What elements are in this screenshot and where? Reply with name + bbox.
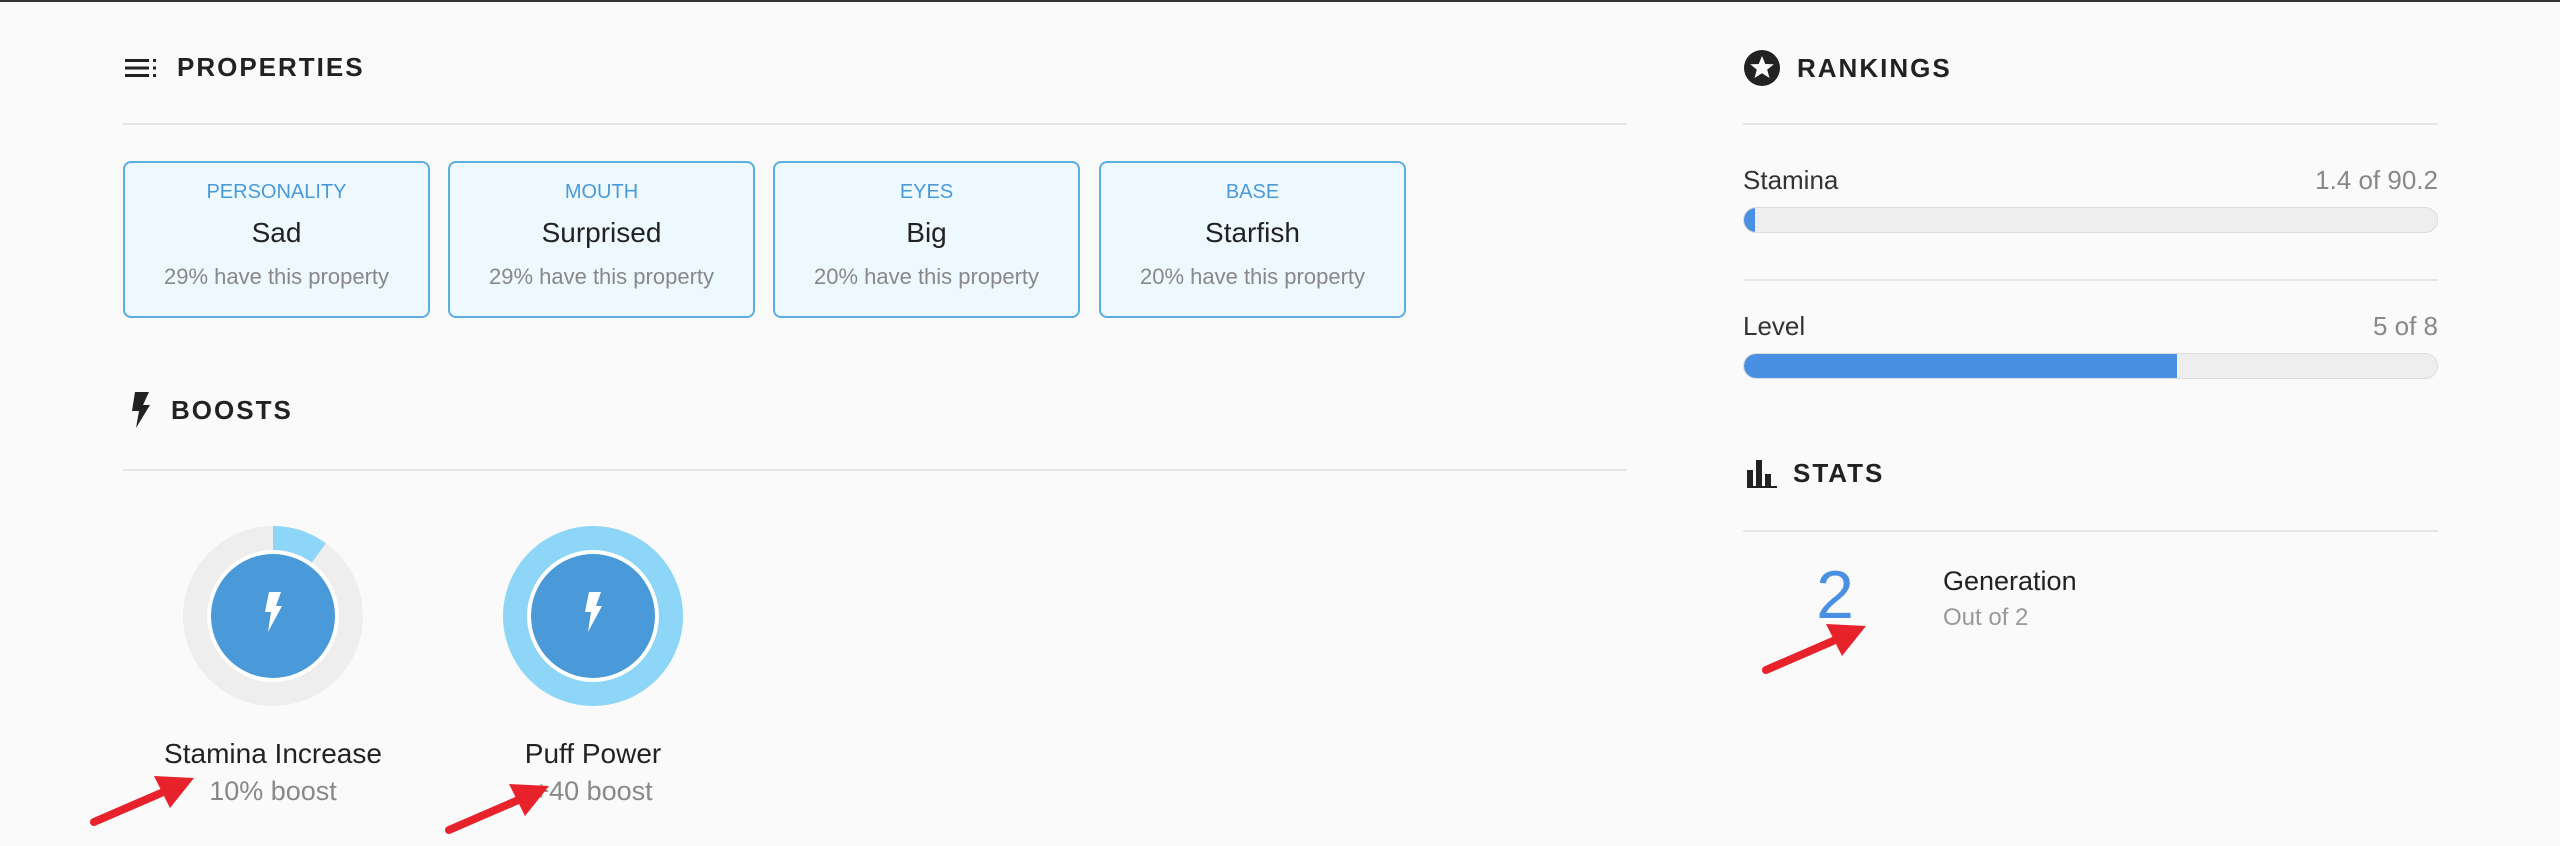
ranking-bar-fill: [1744, 208, 1755, 232]
property-rarity: 29% have this property: [163, 264, 390, 289]
bar-chart-icon: [1747, 459, 1777, 488]
property-label: EYES: [899, 181, 954, 203]
property-card-mouth[interactable]: MOUTH Surprised 29% have this property: [448, 161, 755, 318]
stats-title: STATS: [1793, 458, 1885, 488]
property-rarity: 29% have this property: [488, 264, 715, 289]
boosts-header: BOOSTS: [131, 392, 293, 428]
property-label: MOUTH: [564, 181, 639, 203]
top-border: [0, 0, 2560, 2]
ranking-bar-stamina: [1743, 207, 2438, 233]
ranking-bar-fill: [1744, 354, 2178, 378]
property-value: Starfish: [1205, 217, 1300, 248]
boost-puff-power[interactable]: Puff Power +40 boost: [473, 524, 713, 807]
boosts-title: BOOSTS: [171, 394, 293, 425]
ranking-value-stamina: 1.4 of 90.2: [2315, 165, 2438, 195]
rankings-divider: [1743, 123, 2438, 125]
property-rarity: 20% have this property: [1139, 264, 1366, 289]
list-icon: [125, 58, 161, 78]
generation-label: Generation: [1943, 566, 2077, 596]
rankings-row-divider: [1743, 279, 2438, 281]
ranking-label-level: Level: [1743, 311, 1806, 341]
property-value: Surprised: [541, 217, 662, 248]
annotation-arrow-icon: [445, 784, 549, 834]
rankings-header: RANKINGS: [1743, 49, 1952, 87]
properties-header: PROPERTIES: [125, 52, 365, 83]
property-rarity: 20% have this property: [813, 264, 1040, 289]
boost-ring: [183, 526, 363, 706]
boost-name: Stamina Increase: [164, 738, 382, 769]
property-card-base[interactable]: BASE Starfish 20% have this property: [1099, 161, 1406, 318]
generation-sub: Out of 2: [1943, 604, 2029, 631]
annotation-arrow-icon: [1762, 624, 1866, 674]
rankings-title: RANKINGS: [1797, 52, 1952, 83]
star-badge-icon: [1743, 49, 1781, 87]
property-value: Big: [906, 217, 947, 248]
stats-divider: [1743, 530, 2438, 532]
stats-header: STATS: [1747, 458, 1884, 489]
ranking-value-level: 5 of 8: [2372, 311, 2438, 341]
properties-divider: [123, 123, 1627, 125]
property-card-personality[interactable]: PERSONALITY Sad 29% have this property: [123, 161, 430, 318]
property-value: Sad: [251, 217, 302, 248]
boosts-divider: [123, 469, 1627, 471]
properties-title: PROPERTIES: [177, 52, 365, 82]
annotation-arrow-icon: [90, 776, 194, 826]
ranking-bar-level: [1743, 353, 2438, 379]
ranking-label-stamina: Stamina: [1743, 165, 1839, 195]
property-card-eyes[interactable]: EYES Big 20% have this property: [773, 161, 1080, 318]
boost-ring: [503, 526, 683, 706]
boost-name: Puff Power: [524, 738, 662, 769]
property-label: BASE: [1225, 181, 1280, 203]
property-label: PERSONALITY: [206, 181, 347, 203]
boost-stamina-increase[interactable]: Stamina Increase 10% boost: [153, 524, 393, 807]
lightning-icon: [131, 392, 151, 428]
